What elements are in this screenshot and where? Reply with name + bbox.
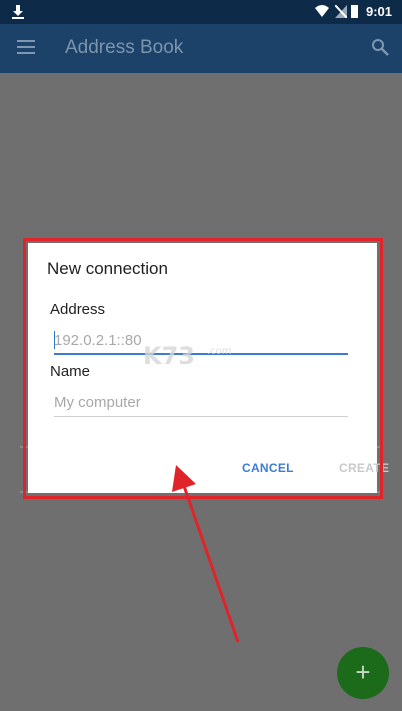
app-bar: Address Book: [0, 24, 402, 73]
wifi-icon: [315, 5, 329, 17]
search-icon[interactable]: [371, 38, 389, 56]
no-signal-icon: [335, 5, 347, 18]
svg-text:.com: .com: [207, 346, 232, 357]
clock: 9:01: [365, 4, 392, 19]
app-title: Address Book: [65, 37, 184, 58]
watermark-logo: K73 .com: [143, 342, 232, 370]
add-fab[interactable]: +: [337, 647, 389, 699]
download-icon: [12, 5, 24, 19]
status-bar: 9:01: [0, 0, 402, 24]
menu-icon[interactable]: [17, 40, 35, 54]
svg-text:K73: K73: [143, 342, 195, 370]
battery-icon: [351, 5, 358, 18]
